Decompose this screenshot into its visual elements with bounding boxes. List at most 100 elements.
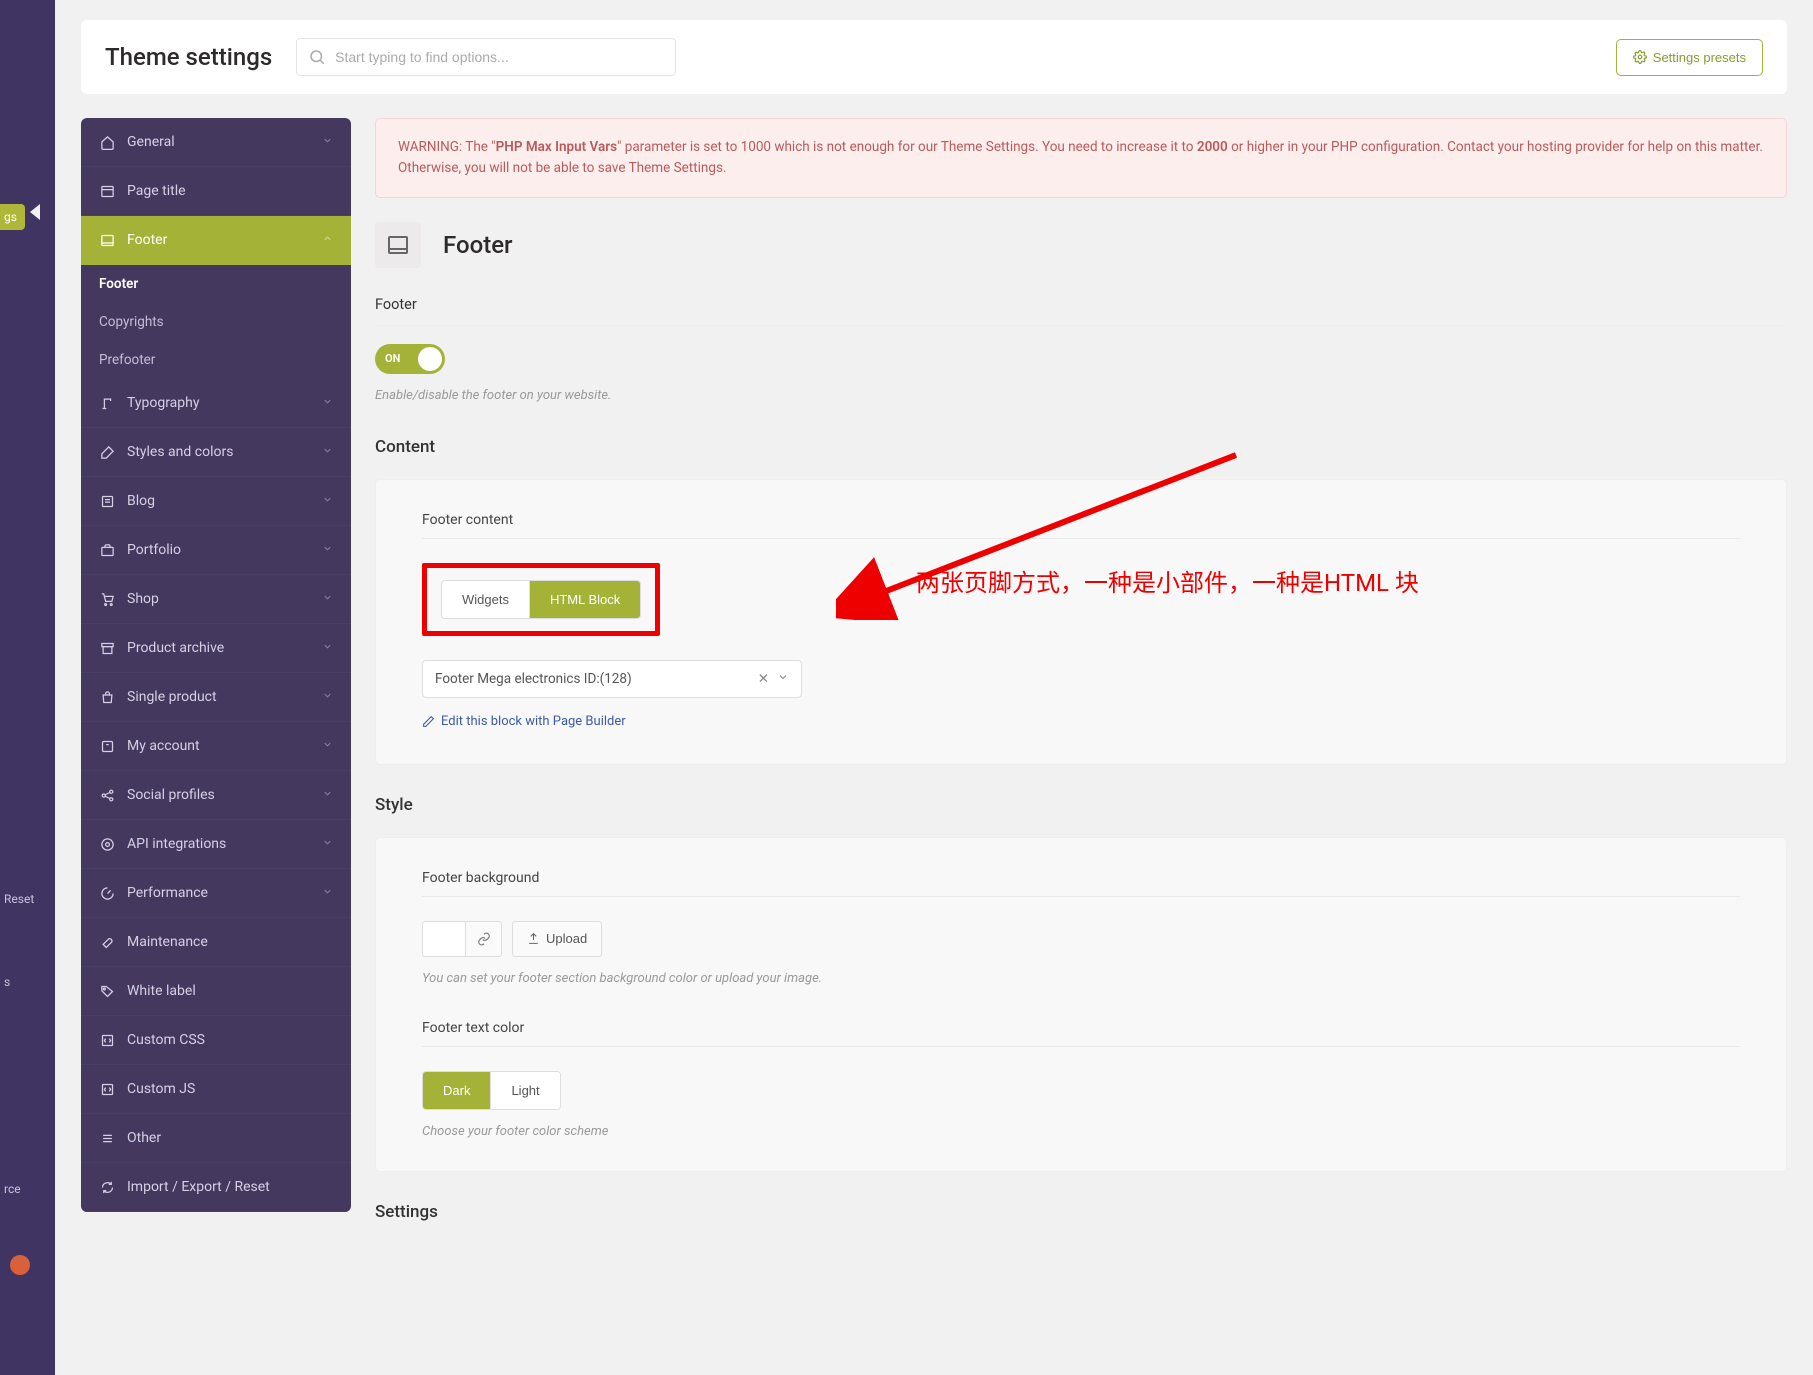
nav-other[interactable]: Other [81, 1114, 351, 1163]
wp-sidebar-badge[interactable] [10, 1255, 30, 1275]
wp-sidebar-text[interactable]: Reset [4, 892, 34, 906]
warning-bold: 2000 [1197, 139, 1228, 155]
nav-label: Custom CSS [127, 1032, 205, 1048]
settings-presets-button[interactable]: Settings presets [1616, 39, 1763, 76]
nav-label: General [127, 134, 175, 150]
wp-sidebar-text[interactable]: rce [4, 1182, 21, 1196]
warning-box: WARNING: The "PHP Max Input Vars" parame… [375, 118, 1787, 198]
nav-footer-sub[interactable]: Footer [81, 265, 351, 303]
search-input[interactable] [296, 38, 676, 76]
nav-custom-js[interactable]: Custom JS [81, 1065, 351, 1114]
nav-label: Shop [127, 591, 159, 607]
toggle-state: ON [385, 352, 400, 365]
content-heading: Content [375, 437, 1787, 457]
nav-styles[interactable]: Styles and colors [81, 428, 351, 477]
nav-api[interactable]: API integrations [81, 820, 351, 869]
nav-label: Typography [127, 395, 199, 411]
section-header: Footer [375, 222, 1787, 268]
nav-product-archive[interactable]: Product archive [81, 624, 351, 673]
clear-icon[interactable]: ✕ [750, 671, 777, 687]
page-title: Theme settings [105, 43, 272, 71]
wp-sidebar-active-item[interactable]: gs [0, 204, 25, 230]
nav-performance[interactable]: Performance [81, 869, 351, 918]
chevron-down-icon [322, 591, 333, 607]
light-button[interactable]: Light [490, 1072, 559, 1109]
content-card: 两张页脚方式，一种是小部件，一种是HTML 块 Footer content W… [375, 479, 1787, 765]
bg-hint: You can set your footer section backgrou… [422, 971, 1740, 986]
search-icon [308, 48, 326, 66]
api-icon [99, 836, 115, 852]
nav-label: White label [127, 983, 196, 999]
footer-toggle-block: Footer ON Enable/disable the footer on y… [375, 296, 1787, 403]
edit-link-text: Edit this block with Page Builder [441, 714, 626, 729]
upload-button[interactable]: Upload [512, 921, 602, 957]
chevron-down-icon[interactable] [777, 671, 789, 687]
nav-shop[interactable]: Shop [81, 575, 351, 624]
home-icon [99, 134, 115, 150]
settings-nav: General Page title Footer Footer Copyrig… [81, 118, 351, 1212]
gear-icon [1633, 50, 1647, 64]
html-block-button[interactable]: HTML Block [529, 581, 640, 618]
warning-text: " parameter is set to 1000 which is not … [617, 139, 1197, 155]
footer-icon [99, 232, 115, 248]
nav-label: Performance [127, 885, 208, 901]
nav-label: Import / Export / Reset [127, 1179, 270, 1195]
nav-maintenance[interactable]: Maintenance [81, 918, 351, 967]
pencil-icon [422, 715, 435, 728]
upload-icon [527, 932, 540, 945]
wp-sidebar-text[interactable]: s [4, 975, 10, 989]
nav-copyrights[interactable]: Copyrights [81, 303, 351, 341]
bg-link-button[interactable] [466, 921, 502, 957]
nav-page-title[interactable]: Page title [81, 167, 351, 216]
dark-button[interactable]: Dark [423, 1072, 490, 1109]
nav-blog[interactable]: Blog [81, 477, 351, 526]
typography-icon [99, 395, 115, 411]
chevron-down-icon [322, 787, 333, 803]
nav-white-label[interactable]: White label [81, 967, 351, 1016]
style-heading: Style [375, 795, 1787, 815]
nav-label: Product archive [127, 640, 224, 656]
bag-icon [99, 689, 115, 705]
search-wrap [296, 38, 676, 76]
nav-my-account[interactable]: My account [81, 722, 351, 771]
footer-bg-label: Footer background [422, 870, 1740, 897]
chevron-down-icon [322, 738, 333, 754]
nav-custom-css[interactable]: Custom CSS [81, 1016, 351, 1065]
widgets-button[interactable]: Widgets [442, 581, 529, 618]
section-title: Footer [443, 231, 513, 259]
nav-general[interactable]: General [81, 118, 351, 167]
footer-toggle[interactable]: ON [375, 344, 445, 374]
settings-heading: Settings [375, 1202, 1787, 1222]
chevron-down-icon [322, 836, 333, 852]
nav-typography[interactable]: Typography [81, 379, 351, 428]
footer-content-toggle: Widgets HTML Block [441, 580, 641, 619]
text-color-toggle: Dark Light [422, 1071, 561, 1110]
nav-label: Other [127, 1130, 161, 1146]
annotation-text: 两张页脚方式，一种是小部件，一种是HTML 块 [916, 563, 1419, 598]
toggle-knob [418, 347, 442, 371]
nav-label: My account [127, 738, 200, 754]
nav-portfolio[interactable]: Portfolio [81, 526, 351, 575]
bg-color-swatch[interactable] [422, 921, 466, 957]
blog-icon [99, 493, 115, 509]
nav-prefooter[interactable]: Prefooter [81, 341, 351, 379]
cart-icon [99, 591, 115, 607]
footer-toggle-hint: Enable/disable the footer on your websit… [375, 388, 1787, 403]
code-icon [99, 1032, 115, 1048]
upload-label: Upload [546, 931, 587, 946]
text-color-label: Footer text color [422, 1020, 1740, 1047]
nav-label: Styles and colors [127, 444, 233, 460]
link-icon [477, 932, 491, 946]
nav-single-product[interactable]: Single product [81, 673, 351, 722]
portfolio-icon [99, 542, 115, 558]
edit-block-link[interactable]: Edit this block with Page Builder [422, 714, 626, 729]
chevron-down-icon [322, 395, 333, 411]
chevron-down-icon [322, 493, 333, 509]
code-icon [99, 1081, 115, 1097]
nav-import[interactable]: Import / Export / Reset [81, 1163, 351, 1212]
nav-social[interactable]: Social profiles [81, 771, 351, 820]
nav-footer[interactable]: Footer [81, 216, 351, 265]
style-card: Footer background Upload [375, 837, 1787, 1172]
html-block-select[interactable]: Footer Mega electronics ID:(128) ✕ [422, 660, 802, 698]
nav-label: Blog [127, 493, 155, 509]
